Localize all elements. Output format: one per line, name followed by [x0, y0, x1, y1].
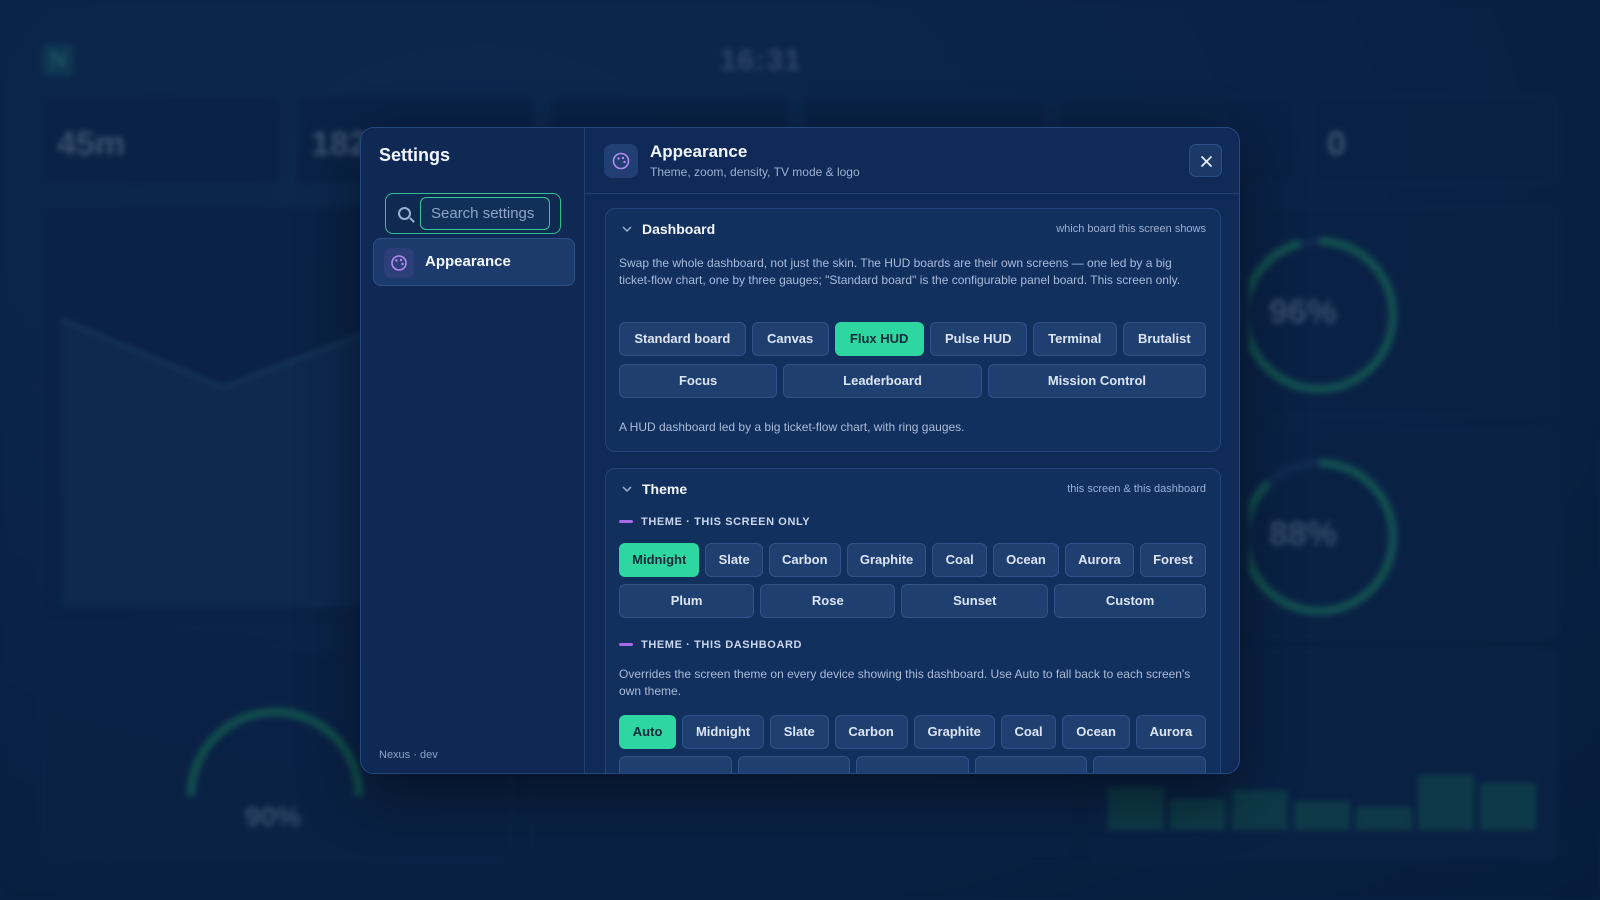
option-focus[interactable]: Focus: [619, 364, 778, 398]
board-options-row-1: Standard board Canvas Flux HUD Pulse HUD…: [619, 322, 1206, 356]
screen-theme-plum[interactable]: Plum: [619, 584, 755, 618]
option-terminal[interactable]: Terminal: [1032, 322, 1117, 356]
page-title: Appearance: [650, 142, 748, 161]
option-pulse-hud[interactable]: Pulse HUD: [929, 322, 1027, 356]
label-accent: [619, 642, 633, 646]
dashboard-theme-slate[interactable]: Slate: [769, 715, 829, 749]
close-button[interactable]: [1189, 144, 1222, 177]
panel-header: Appearance Theme, zoom, density, TV mode…: [585, 128, 1239, 194]
screen-theme-forest[interactable]: Forest: [1139, 543, 1206, 577]
theme-section: Theme this screen & this dashboard THEME…: [605, 468, 1221, 773]
sidebar-item-label: Appearance: [425, 253, 511, 270]
dashboard-theme-option[interactable]: [737, 756, 851, 773]
screen-theme-graphite[interactable]: Graphite: [846, 543, 927, 577]
settings-content[interactable]: Dashboard which board this screen shows …: [585, 194, 1239, 773]
screen-theme-aurora[interactable]: Aurora: [1065, 543, 1134, 577]
section-hint: this screen & this dashboard: [1067, 483, 1206, 495]
option-standard-board[interactable]: Standard board: [619, 322, 746, 356]
page-subtitle: Theme, zoom, density, TV mode & logo: [650, 165, 860, 179]
screen-theme-ocean[interactable]: Ocean: [992, 543, 1059, 577]
dashboard-theme-midnight[interactable]: Midnight: [682, 715, 764, 749]
close-icon: [1201, 156, 1212, 167]
dashboard-theme-graphite[interactable]: Graphite: [913, 715, 995, 749]
sidebar-title: Settings: [379, 145, 451, 165]
screen-theme-sunset[interactable]: Sunset: [901, 584, 1049, 618]
label-accent: [619, 519, 633, 523]
dashboard-theme-label: THEME · THIS DASHBOARD: [619, 639, 802, 653]
palette-icon: [384, 248, 414, 278]
dashboard-theme-description: Overrides the screen theme on every devi…: [619, 667, 1191, 698]
dashboard-section: Dashboard which board this screen shows …: [605, 208, 1221, 452]
chevron-down-icon[interactable]: [621, 223, 633, 235]
option-mission-control[interactable]: Mission Control: [987, 364, 1206, 398]
screen-theme-label: THEME · THIS SCREEN ONLY: [619, 516, 810, 530]
screen-theme-carbon[interactable]: Carbon: [768, 543, 841, 577]
settings-sidebar: Settings Appearance Nexus · dev: [361, 128, 585, 773]
dashboard-theme-row-1: Auto Midnight Slate Carbon Graphite Coal…: [619, 715, 1206, 749]
search-box[interactable]: [385, 193, 561, 234]
option-leaderboard[interactable]: Leaderboard: [783, 364, 982, 398]
palette-icon: [604, 144, 638, 178]
option-canvas[interactable]: Canvas: [751, 322, 829, 356]
search-icon: [398, 207, 411, 220]
settings-modal: Settings Appearance Nexus · dev: [360, 127, 1240, 774]
dashboard-theme-auto[interactable]: Auto: [619, 715, 677, 749]
search-input[interactable]: [420, 197, 550, 230]
dashboard-theme-carbon[interactable]: Carbon: [834, 715, 908, 749]
board-options-row-2: Focus Leaderboard Mission Control: [619, 364, 1206, 398]
section-hint: which board this screen shows: [1056, 223, 1206, 235]
selected-board-note: A HUD dashboard led by a big ticket-flow…: [619, 420, 965, 434]
dashboard-theme-ocean[interactable]: Ocean: [1062, 715, 1130, 749]
screen-theme-slate[interactable]: Slate: [705, 543, 763, 577]
section-description: Swap the whole dashboard, not just the s…: [619, 256, 1181, 287]
dashboard-theme-option[interactable]: [974, 756, 1088, 773]
dashboard-theme-option[interactable]: [1093, 756, 1206, 773]
dashboard-theme-option[interactable]: [619, 756, 732, 773]
screen-theme-row-2: Plum Rose Sunset Custom: [619, 584, 1207, 618]
dashboard-theme-row-2-clipped: [619, 756, 1206, 773]
settings-main: Appearance Theme, zoom, density, TV mode…: [585, 128, 1239, 773]
sidebar-item-appearance[interactable]: Appearance: [373, 238, 575, 286]
dashboard-theme-aurora[interactable]: Aurora: [1135, 715, 1206, 749]
chevron-down-icon[interactable]: [621, 483, 633, 495]
screen-theme-row-1: Midnight Slate Carbon Graphite Coal Ocea…: [619, 543, 1206, 577]
option-flux-hud[interactable]: Flux HUD: [834, 322, 924, 356]
screen-theme-midnight[interactable]: Midnight: [619, 543, 700, 577]
section-title[interactable]: Dashboard: [642, 221, 715, 237]
screen-theme-coal[interactable]: Coal: [932, 543, 987, 577]
dashboard-theme-option[interactable]: [856, 756, 969, 773]
screen-theme-custom[interactable]: Custom: [1054, 584, 1207, 618]
version-label: Nexus · dev: [379, 749, 438, 761]
screen-theme-rose[interactable]: Rose: [760, 584, 896, 618]
dashboard-theme-coal[interactable]: Coal: [1000, 715, 1057, 749]
section-title[interactable]: Theme: [642, 481, 687, 497]
option-brutalist[interactable]: Brutalist: [1122, 322, 1206, 356]
